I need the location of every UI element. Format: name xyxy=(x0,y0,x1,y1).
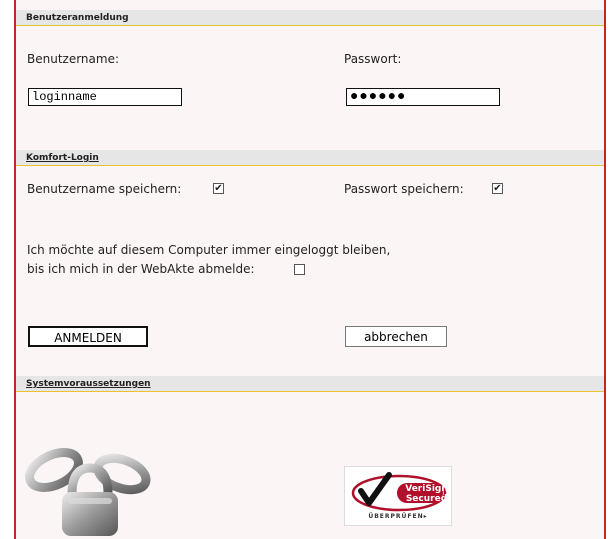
verisign-label: VeriSign Secured xyxy=(405,484,448,504)
save-password-label: Passwort speichern: xyxy=(344,182,464,196)
cancel-button[interactable]: abbrechen xyxy=(345,326,447,347)
save-username-label: Benutzername speichern: xyxy=(27,182,182,196)
verisign-seal[interactable]: VeriSign Secured ÜBERPRÜFEN▸ xyxy=(344,466,452,526)
stay-logged-in-checkbox[interactable] xyxy=(294,264,305,275)
section-header-requirements: Systemvoraussetzungen xyxy=(16,376,604,392)
section-title-requirements: Systemvoraussetzungen xyxy=(26,379,151,389)
section-header-comfort: Komfort-Login xyxy=(16,150,604,166)
login-button[interactable]: ANMELDEN xyxy=(28,326,148,347)
password-label: Passwort: xyxy=(344,52,402,66)
chain-padlock-icon xyxy=(25,448,151,536)
save-username-checkbox[interactable]: ✔ xyxy=(213,183,224,194)
stay-logged-in-text-2: bis ich mich in der WebAkte abmelde: xyxy=(27,262,255,276)
section-header-login: Benutzeranmeldung xyxy=(16,10,604,26)
verisign-check-text: ÜBERPRÜFEN xyxy=(368,513,424,520)
verisign-check-link[interactable]: ÜBERPRÜFEN▸ xyxy=(345,513,451,520)
save-password-checkbox[interactable]: ✔ xyxy=(492,183,503,194)
username-label: Benutzername: xyxy=(27,52,120,66)
section-title-comfort: Komfort-Login xyxy=(26,153,99,163)
username-input[interactable] xyxy=(28,88,182,106)
stay-logged-in-text-1: Ich möchte auf diesem Computer immer ein… xyxy=(27,243,391,257)
section-title-login: Benutzeranmeldung xyxy=(26,13,129,23)
password-input[interactable] xyxy=(346,88,500,106)
login-panel: Benutzeranmeldung Benutzername: Passwort… xyxy=(14,0,606,539)
